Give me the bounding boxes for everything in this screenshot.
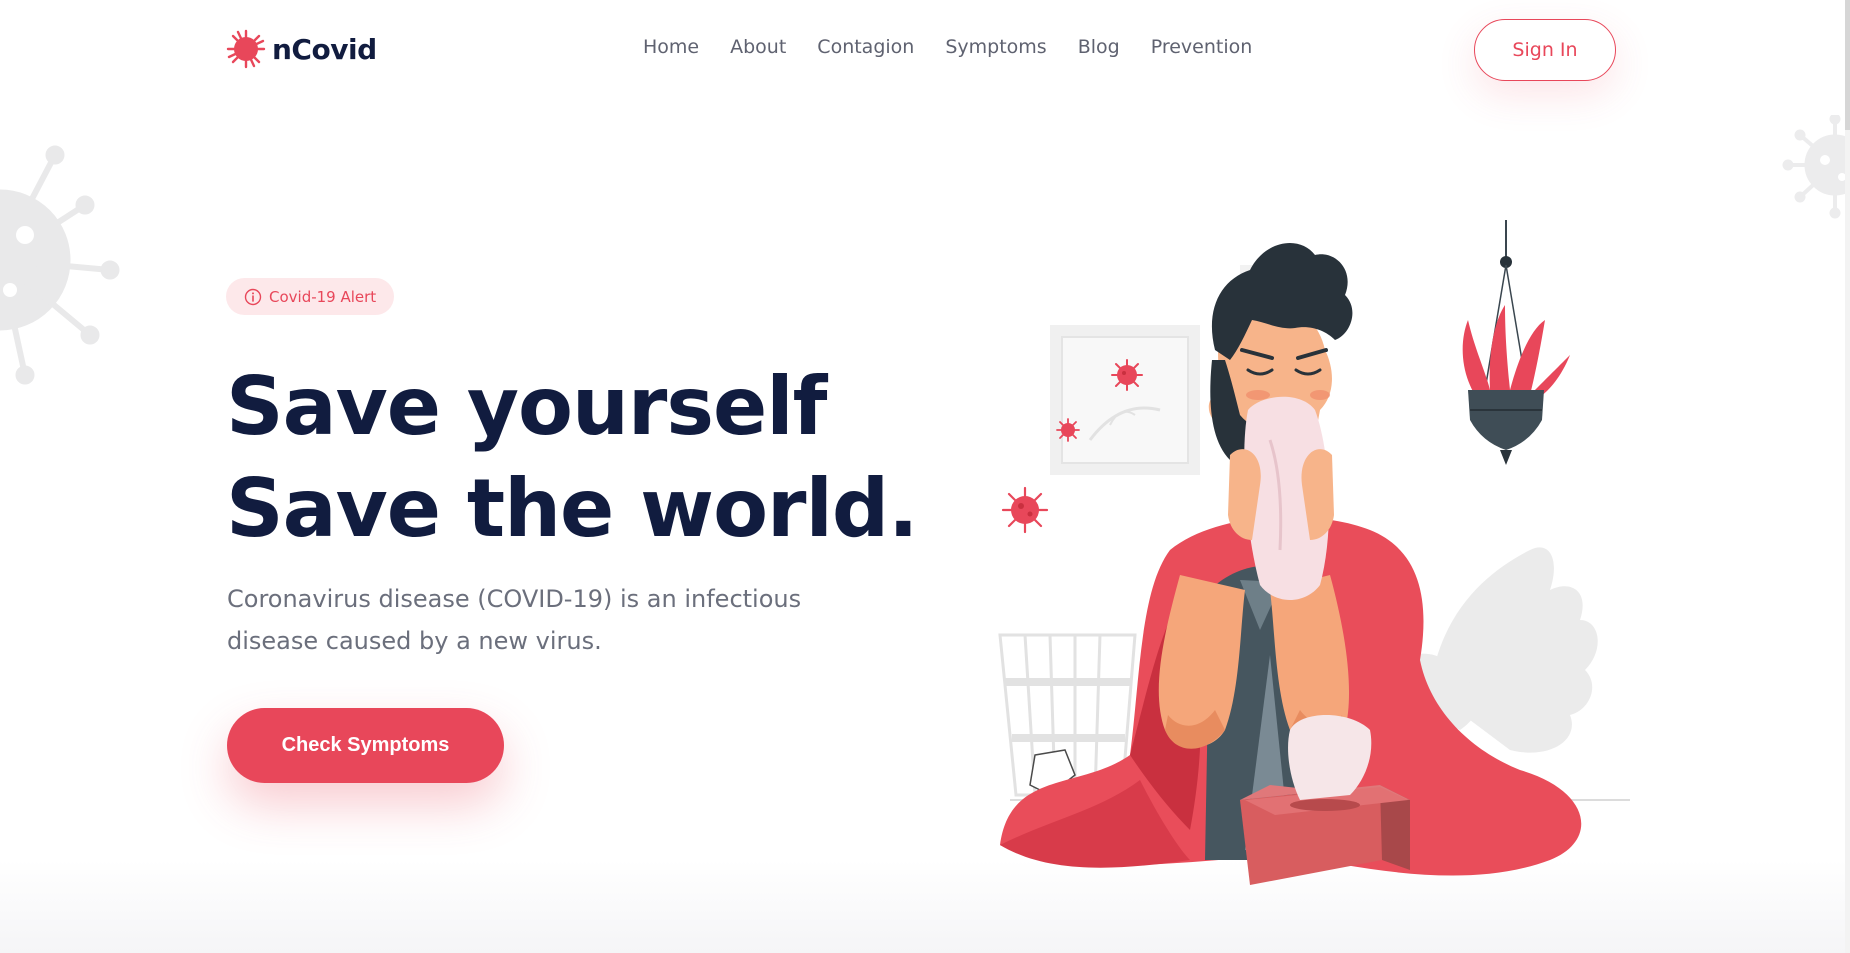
background-virus-left-icon — [0, 145, 120, 385]
scrollbar-track[interactable] — [1845, 0, 1850, 953]
info-icon — [244, 288, 262, 305]
logo[interactable]: nCovid — [226, 28, 377, 70]
main-nav: Home About Contagion Symptoms Blog Preve… — [643, 36, 1252, 58]
background-virus-right-icon — [1782, 115, 1850, 219]
hero-title-line-1: Save yourself — [226, 360, 827, 453]
check-symptoms-button[interactable]: Check Symptoms — [227, 708, 504, 783]
brand-name: nCovid — [272, 32, 377, 66]
alert-badge-label: Covid-19 Alert — [269, 287, 377, 306]
nav-item-prevention[interactable]: Prevention — [1151, 36, 1253, 58]
nav-item-blog[interactable]: Blog — [1078, 36, 1120, 58]
scrollbar-thumb[interactable] — [1845, 0, 1850, 130]
nav-item-symptoms[interactable]: Symptoms — [945, 36, 1046, 58]
red-virus-large-icon — [1001, 486, 1049, 534]
hero-title-line-2: Save the world. — [226, 462, 919, 555]
picture-frame-icon — [1050, 325, 1200, 475]
red-virus-small-icon — [1056, 418, 1080, 442]
sick-man-illustration — [998, 220, 1630, 885]
hero-title: Save yourself Save the world. — [226, 356, 919, 560]
hanging-plant-icon — [1462, 220, 1570, 465]
nav-item-about[interactable]: About — [730, 36, 786, 58]
site-header: nCovid Home About Contagion Symptoms Blo… — [0, 0, 1850, 100]
nav-item-contagion[interactable]: Contagion — [817, 36, 914, 58]
red-virus-medium-icon — [1111, 359, 1143, 391]
alert-badge: Covid-19 Alert — [226, 278, 395, 315]
sign-in-button[interactable]: Sign In — [1474, 19, 1616, 81]
hero-description: Coronavirus disease (COVID-19) is an inf… — [227, 585, 802, 655]
page: nCovid Home About Contagion Symptoms Blo… — [0, 0, 1850, 953]
virus-icon — [226, 29, 266, 69]
nav-item-home[interactable]: Home — [643, 36, 699, 58]
